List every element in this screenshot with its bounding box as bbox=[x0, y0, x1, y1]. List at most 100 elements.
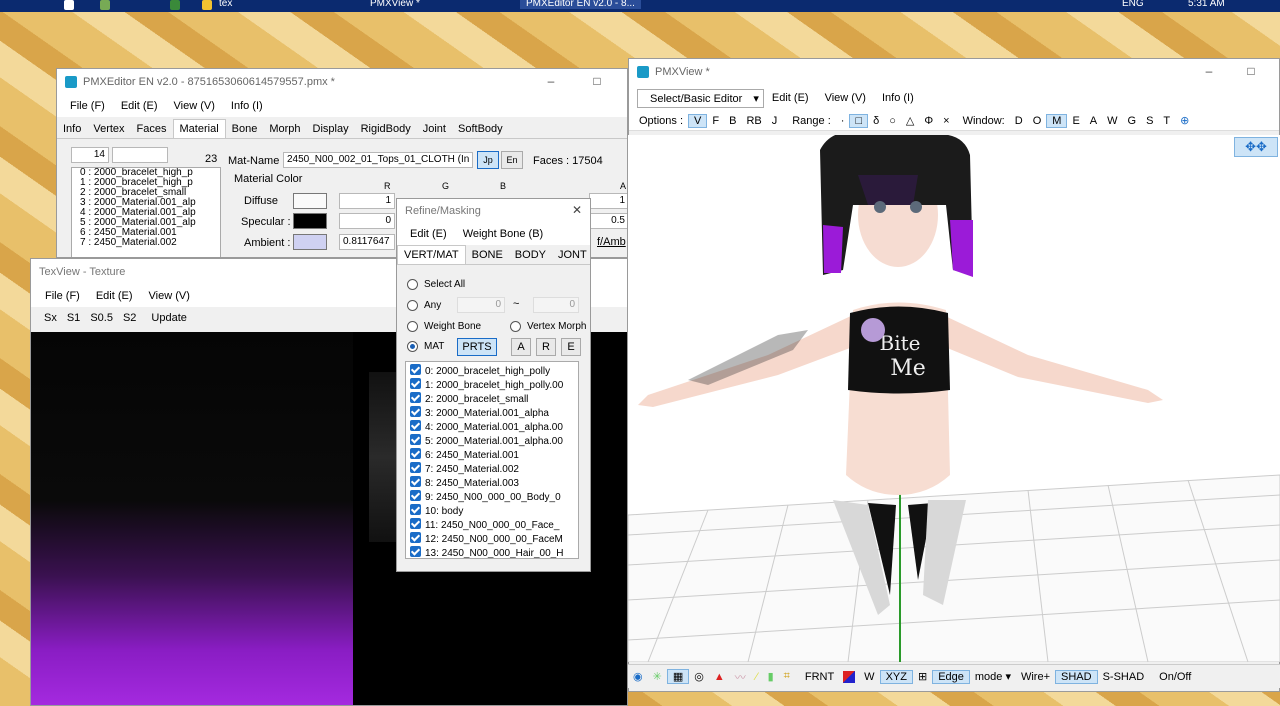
taskbar-item-pmxview[interactable]: PMXView * bbox=[370, 0, 420, 9]
list-item[interactable]: 2: 2000_bracelet_small bbox=[406, 392, 578, 406]
specular-a-field[interactable]: 0.5 bbox=[589, 213, 627, 229]
specular-r-field[interactable]: 0 bbox=[339, 213, 395, 229]
r-button[interactable]: R bbox=[536, 338, 556, 356]
tab-vertex[interactable]: Vertex bbox=[87, 120, 130, 138]
menu-file[interactable]: File (F) bbox=[57, 100, 113, 112]
list-item[interactable]: 3: 2000_Material.001_alpha bbox=[406, 406, 578, 420]
list-item[interactable]: 11: 2450_N00_000_00_Face_ bbox=[406, 518, 578, 532]
win-s[interactable]: S bbox=[1141, 115, 1158, 127]
ambient-r-field[interactable]: 0.8117647 bbox=[339, 234, 395, 250]
xyz-button[interactable]: XYZ bbox=[879, 669, 913, 684]
checkbox-icon[interactable] bbox=[410, 546, 421, 557]
tab-morph[interactable]: Morph bbox=[263, 120, 306, 138]
tool-s2[interactable]: S2 bbox=[118, 312, 141, 324]
maximize-icon[interactable]: □ bbox=[1245, 65, 1257, 77]
language-indicator[interactable]: ENG bbox=[1122, 0, 1144, 9]
color-swatch-icon[interactable] bbox=[843, 670, 856, 683]
win-o[interactable]: O bbox=[1028, 115, 1047, 127]
viewer-menu-edit[interactable]: Edit (E) bbox=[764, 92, 817, 104]
minimize-icon[interactable]: – bbox=[545, 75, 557, 87]
mode-select[interactable]: Select/Basic Editor ▾ bbox=[637, 88, 764, 108]
render-tool-icon[interactable]: ✳ bbox=[648, 670, 667, 683]
wire-plus-button[interactable]: Wire+ bbox=[1016, 671, 1055, 683]
checkbox-icon[interactable] bbox=[410, 420, 421, 431]
win-a[interactable]: A bbox=[1085, 115, 1102, 127]
win-t[interactable]: T bbox=[1158, 115, 1175, 127]
render-tool-icon[interactable]: 〰 bbox=[730, 669, 751, 685]
checkbox-icon[interactable] bbox=[410, 490, 421, 501]
refine-menu-edit[interactable]: Edit (E) bbox=[397, 228, 455, 240]
list-item[interactable]: 1: 2000_bracelet_high_polly.00 bbox=[406, 378, 578, 392]
list-item[interactable]: 12: 2450_N00_000_00_FaceM bbox=[406, 532, 578, 546]
render-tool-icon[interactable]: ▲ bbox=[709, 671, 730, 683]
folder-icon[interactable] bbox=[202, 0, 212, 10]
tab-display[interactable]: Display bbox=[307, 120, 355, 138]
tab-body[interactable]: BODY bbox=[509, 246, 552, 264]
tool-update[interactable]: Update bbox=[141, 312, 196, 324]
windows-start-icon[interactable] bbox=[64, 0, 74, 10]
list-item[interactable]: 9: 2450_N00_000_00_Body_0 bbox=[406, 490, 578, 504]
weight-bone-radio[interactable] bbox=[407, 321, 418, 332]
opt-rb[interactable]: RB bbox=[741, 115, 766, 127]
shad-button[interactable]: SHAD bbox=[1055, 669, 1098, 684]
range-point[interactable]: · bbox=[836, 115, 850, 127]
specular-swatch[interactable] bbox=[293, 213, 327, 229]
tab-joint[interactable]: Joint bbox=[417, 120, 452, 138]
tab-rigidbody[interactable]: RigidBody bbox=[355, 120, 417, 138]
tool-s1[interactable]: S1 bbox=[62, 312, 85, 324]
jp-button[interactable]: Jp bbox=[477, 151, 499, 169]
checkbox-icon[interactable] bbox=[410, 406, 421, 417]
checkbox-icon[interactable] bbox=[410, 518, 421, 529]
opt-j[interactable]: J bbox=[767, 115, 783, 127]
checkbox-icon[interactable] bbox=[410, 364, 421, 375]
viewport-nav-icon[interactable]: ✥✥ bbox=[1234, 137, 1278, 157]
list-item[interactable]: 5: 2000_Material.001_alpha.00 bbox=[406, 434, 578, 448]
range-cross[interactable]: × bbox=[938, 115, 954, 127]
diffuse-r-field[interactable]: 1 bbox=[339, 193, 395, 209]
material-search-field[interactable] bbox=[112, 147, 168, 163]
list-item[interactable]: 7: 2450_Material.002 bbox=[406, 462, 578, 476]
app-icon[interactable] bbox=[170, 0, 180, 10]
checkbox-icon[interactable] bbox=[410, 462, 421, 473]
w-button[interactable]: W bbox=[859, 671, 879, 683]
mat-radio[interactable] bbox=[407, 341, 418, 352]
any-to-field[interactable]: 0 bbox=[533, 297, 579, 313]
viewer-menu-info[interactable]: Info (I) bbox=[874, 92, 922, 104]
vertex-morph-radio[interactable] bbox=[510, 321, 521, 332]
list-item[interactable]: 0: 2000_bracelet_high_polly bbox=[406, 364, 578, 378]
win-g[interactable]: G bbox=[1123, 115, 1142, 127]
render-tool-icon[interactable]: ◎ bbox=[689, 670, 709, 683]
render-tool-icon[interactable]: ▦ bbox=[666, 669, 690, 684]
material-index-field[interactable]: 14 bbox=[71, 147, 109, 163]
tool-sx[interactable]: Sx bbox=[31, 312, 62, 324]
tab-material[interactable]: Material bbox=[172, 119, 226, 138]
render-tool-icon[interactable]: ▮ bbox=[763, 670, 779, 683]
diffuse-a-field[interactable]: 1 bbox=[589, 193, 627, 209]
prts-button[interactable]: PRTS bbox=[457, 338, 497, 356]
refine-material-list[interactable]: 0: 2000_bracelet_high_polly 1: 2000_brac… bbox=[405, 361, 579, 559]
tab-bone[interactable]: Bone bbox=[226, 120, 264, 138]
tab-softbody[interactable]: SoftBody bbox=[452, 120, 509, 138]
win-d[interactable]: D bbox=[1010, 115, 1028, 127]
win-w[interactable]: W bbox=[1102, 115, 1122, 127]
render-tool-icon[interactable]: ◉ bbox=[628, 670, 648, 683]
list-item[interactable]: 7 : 2450_Material.002 bbox=[72, 238, 220, 248]
maximize-icon[interactable]: □ bbox=[591, 75, 603, 87]
3d-viewport[interactable]: Bite Me ✥✥ bbox=[628, 135, 1280, 662]
list-item[interactable]: 8: 2450_Material.003 bbox=[406, 476, 578, 490]
edge-button[interactable]: Edge bbox=[932, 669, 970, 684]
mode-dropdown[interactable]: mode ▾ bbox=[970, 670, 1016, 683]
taskbar-item-tex[interactable]: tex bbox=[219, 0, 232, 9]
tab-jont[interactable]: JONT bbox=[552, 246, 590, 264]
tab-faces[interactable]: Faces bbox=[131, 120, 173, 138]
tab-info[interactable]: Info bbox=[57, 120, 87, 138]
range-delta[interactable]: δ bbox=[868, 115, 884, 127]
select-all-radio[interactable] bbox=[407, 279, 418, 290]
checkbox-icon[interactable] bbox=[410, 448, 421, 459]
menu-view[interactable]: View (V) bbox=[166, 100, 223, 112]
tool-s05[interactable]: S0.5 bbox=[85, 312, 118, 324]
any-from-field[interactable]: 0 bbox=[457, 297, 505, 313]
close-icon[interactable]: ✕ bbox=[571, 204, 583, 216]
checkbox-icon[interactable] bbox=[410, 504, 421, 515]
tab-vert-mat[interactable]: VERT/MAT bbox=[397, 245, 466, 264]
